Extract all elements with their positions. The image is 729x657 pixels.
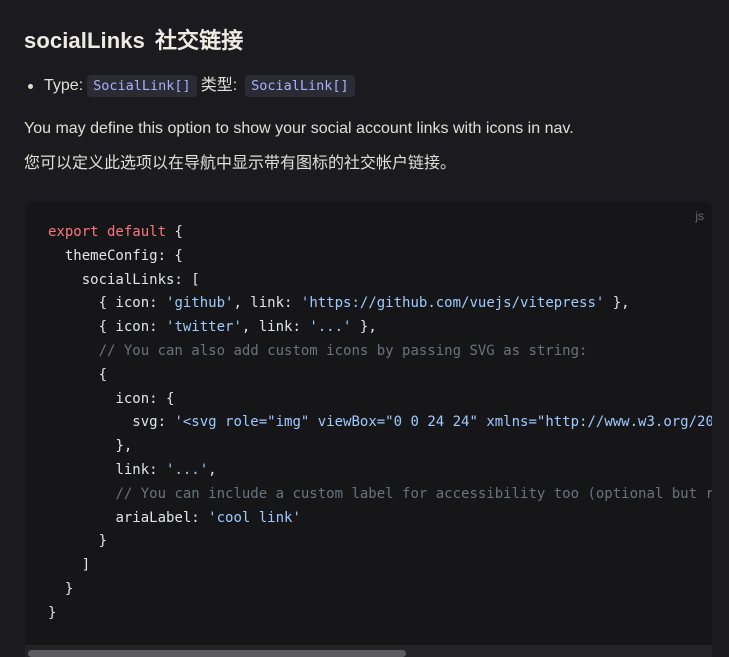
code-string: 'twitter' — [166, 319, 242, 336]
code-comment: // You can also add custom icons by pass… — [98, 342, 588, 359]
code-string: '<svg role="img" viewBox="0 0 24 24" xml… — [174, 414, 712, 431]
code-token: { — [98, 366, 108, 383]
code-token: socialLinks: [ — [81, 271, 200, 288]
code-token: , link: — [233, 295, 301, 312]
code-line: }, — [48, 435, 712, 459]
code-token: } — [64, 580, 74, 597]
scrollbar-thumb[interactable] — [28, 650, 406, 657]
code-token: svg: — [132, 414, 175, 431]
code-token: } — [48, 604, 57, 621]
code-string: '...' — [166, 461, 209, 478]
code-token: }, — [604, 295, 630, 312]
code-string: 'github' — [166, 295, 234, 312]
doc-page: socialLinks 社交链接 Type: SocialLink[] 类型: S… — [0, 0, 729, 657]
description-en: You may define this option to show your … — [24, 120, 574, 137]
code-token: ] — [81, 557, 91, 574]
code-line: ] — [48, 554, 712, 578]
code-line: svg: '<svg role="img" viewBox="0 0 24 24… — [48, 411, 712, 435]
code-comment: // You can include a custom label for ac… — [115, 485, 712, 502]
code-token: } — [98, 533, 108, 550]
code-line: socialLinks: [ — [48, 269, 712, 293]
code-token: }, — [351, 319, 377, 336]
code-line: { icon: 'twitter', link: '...' }, — [48, 316, 712, 340]
description-zh: 您可以定义此选项以在导航中显示带有图标的社交帐户链接。 — [24, 155, 457, 172]
code-token: { — [166, 224, 183, 240]
bullet-icon — [28, 83, 33, 89]
code-string: 'cool link' — [208, 509, 301, 526]
code-line: { icon: 'github', link: 'https://github.… — [48, 292, 712, 316]
type-label-zh: 类型: — [200, 77, 238, 94]
code-line: // You can include a custom label for ac… — [48, 483, 712, 507]
code-content[interactable]: export default { themeConfig: { socialLi… — [48, 221, 712, 626]
heading-en: socialLinks — [24, 28, 145, 53]
code-token: icon: { — [115, 390, 175, 407]
code-token: , — [208, 461, 217, 478]
code-line: ariaLabel: 'cool link' — [48, 507, 712, 531]
heading-zh: 社交链接 — [154, 28, 244, 53]
type-label: Type: — [44, 77, 84, 94]
type-list-item: Type: SocialLink[] 类型: SocialLink[] — [28, 73, 355, 99]
code-token: { icon: — [98, 295, 167, 312]
code-string: '...' — [309, 319, 352, 336]
code-token: link: — [115, 461, 167, 478]
code-line: icon: { — [48, 388, 712, 412]
code-string: 'https://github.com/vuejs/vitepress' — [300, 295, 605, 312]
code-keyword: export default — [48, 224, 167, 240]
code-line: { — [48, 364, 712, 388]
code-token: themeConfig: { — [64, 247, 183, 264]
code-line: export default { — [48, 221, 712, 245]
code-line: } — [48, 530, 712, 554]
code-token: , link: — [241, 319, 310, 336]
code-block[interactable]: js export default { themeConfig: { socia… — [25, 202, 712, 657]
code-line: themeConfig: { — [48, 245, 712, 269]
code-line: // You can also add custom icons by pass… — [48, 340, 712, 364]
code-line: link: '...', — [48, 459, 712, 483]
type-code-zh: SocialLink[] — [245, 75, 355, 97]
code-token: { icon: — [98, 319, 167, 336]
code-line: } — [48, 602, 712, 626]
code-token: ariaLabel: — [115, 509, 209, 526]
horizontal-scrollbar[interactable] — [25, 645, 712, 657]
section-heading: socialLinks 社交链接 — [24, 26, 243, 56]
type-code: SocialLink[] — [87, 75, 197, 97]
code-line: } — [48, 578, 712, 602]
code-token: }, — [115, 438, 133, 455]
